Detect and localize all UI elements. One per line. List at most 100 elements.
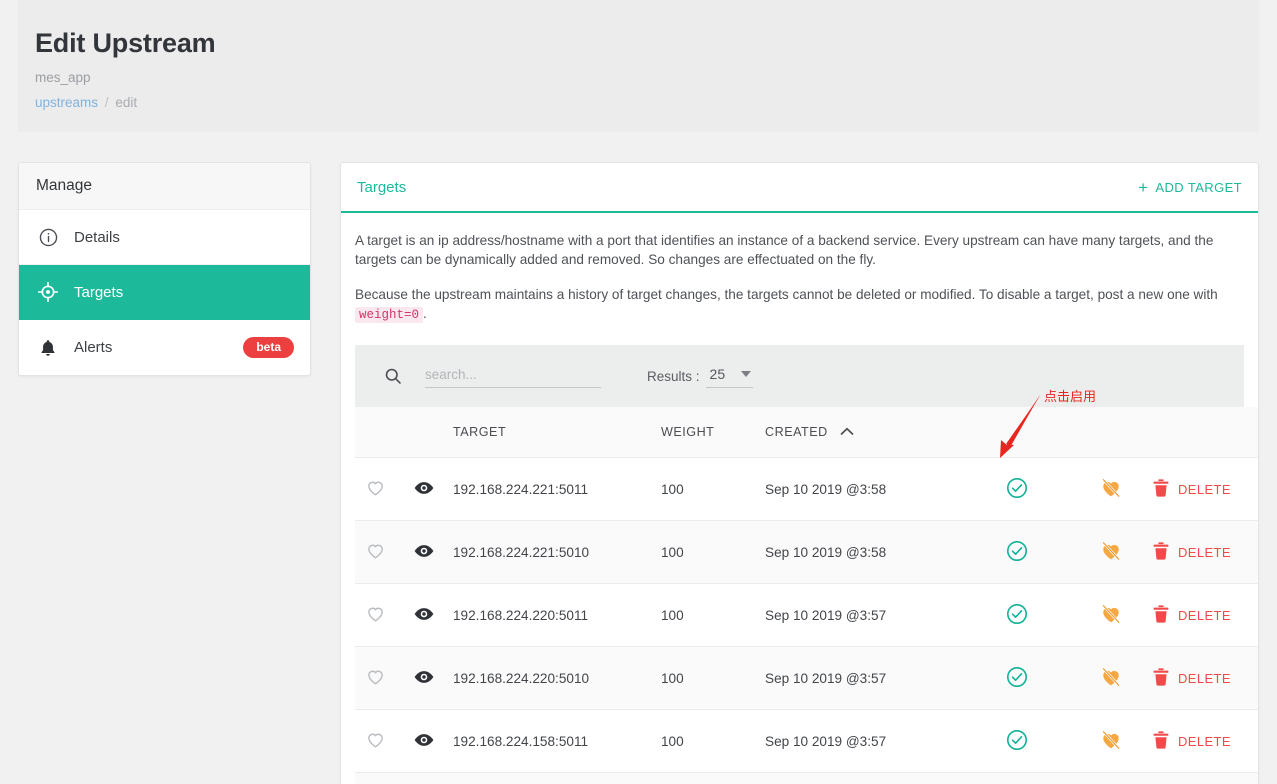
sidebar-item-details[interactable]: Details <box>19 210 310 265</box>
heart-slash-icon[interactable] <box>1099 602 1123 626</box>
sidebar-item-label: Alerts <box>74 339 113 356</box>
info-circle-icon <box>36 225 60 249</box>
row-mute-cell <box>1069 646 1153 710</box>
row-created-value: Sep 10 2019 @3:57 <box>765 709 965 773</box>
targets-panel: Targets + ADD TARGET A target is an ip a… <box>340 162 1259 784</box>
row-view-cell <box>413 520 453 584</box>
table-head: TARGET WEIGHT CREATED <box>355 407 1258 458</box>
table-toolbar: Results : 25 <box>355 345 1244 407</box>
eye-icon[interactable] <box>413 729 435 751</box>
row-weight-value: 100 <box>661 709 765 773</box>
row-favorite-cell <box>355 646 413 710</box>
row-view-cell <box>413 709 453 773</box>
trash-icon <box>1153 667 1169 689</box>
column-header-favorite <box>355 407 413 458</box>
heart-icon[interactable] <box>365 603 386 624</box>
eye-icon[interactable] <box>413 540 435 562</box>
heart-icon[interactable] <box>365 729 386 750</box>
row-health-cell <box>965 646 1069 710</box>
breadcrumb-link-upstreams[interactable]: upstreams <box>35 95 98 110</box>
row-delete-cell: DELETE <box>1153 646 1258 710</box>
results-value: 25 <box>709 366 726 382</box>
column-header-created[interactable]: CREATED <box>765 407 965 458</box>
description-paragraph-2: Because the upstream maintains a history… <box>355 285 1233 325</box>
column-header-target[interactable]: TARGET <box>453 407 661 458</box>
row-mute-cell <box>1069 457 1153 521</box>
breadcrumb: upstreams / edit <box>35 95 1259 111</box>
heart-icon[interactable] <box>365 477 386 498</box>
column-header-weight[interactable]: WEIGHT <box>661 407 765 458</box>
row-health-cell <box>965 520 1069 584</box>
row-view-cell <box>413 457 453 521</box>
column-header-health <box>965 407 1069 458</box>
add-target-button[interactable]: + ADD TARGET <box>1138 177 1242 197</box>
row-favorite-cell <box>355 520 413 584</box>
search-input[interactable] <box>425 364 601 388</box>
delete-button[interactable]: DELETE <box>1153 667 1231 689</box>
row-weight-value: 100 <box>661 772 765 784</box>
column-header-mute <box>1069 407 1153 458</box>
results-per-page-select[interactable]: 25 <box>705 364 754 388</box>
column-header-delete <box>1153 407 1258 458</box>
row-health-cell <box>965 709 1069 773</box>
check-circle-icon[interactable] <box>1005 665 1029 689</box>
sidebar-item-alerts[interactable]: Alerts beta <box>19 320 310 375</box>
heart-slash-icon[interactable] <box>1099 476 1123 500</box>
check-circle-icon[interactable] <box>1005 476 1029 500</box>
table-row: 192.168.224.158:5011 100 Sep 10 2019 @3:57… <box>355 709 1258 773</box>
heart-slash-icon[interactable] <box>1099 665 1123 689</box>
tab-targets[interactable]: Targets <box>357 179 406 196</box>
search-group <box>383 364 601 388</box>
check-circle-icon[interactable] <box>1005 728 1029 752</box>
table-row: 192.168.224.221:5011 100 Sep 10 2019 @3:58… <box>355 457 1258 521</box>
plus-icon: + <box>1138 177 1149 197</box>
row-health-cell <box>965 457 1069 521</box>
row-health-cell <box>965 583 1069 647</box>
trash-icon <box>1153 478 1169 500</box>
results-label: Results : <box>647 368 700 384</box>
app-page: Edit Upstream mes_app upstreams / edit M… <box>0 0 1277 784</box>
row-delete-cell: DELETE <box>1153 457 1258 521</box>
sidebar-item-label: Targets <box>74 283 124 301</box>
row-target-value: 192.168.224.158:5010 <box>453 772 661 784</box>
row-favorite-cell <box>355 772 413 784</box>
eye-icon[interactable] <box>413 477 435 499</box>
description-text-before: Because the upstream maintains a history… <box>355 287 1218 302</box>
trash-icon <box>1153 730 1169 752</box>
row-mute-cell <box>1069 520 1153 584</box>
heart-slash-icon[interactable] <box>1099 728 1123 752</box>
description-paragraph-1: A target is an ip address/hostname with … <box>355 233 1214 267</box>
chevron-down-icon <box>741 371 752 377</box>
table-header-row: TARGET WEIGHT CREATED <box>355 407 1258 458</box>
trash-icon <box>1153 604 1169 626</box>
delete-button[interactable]: DELETE <box>1153 541 1231 563</box>
check-circle-icon[interactable] <box>1005 602 1029 626</box>
table-body: 192.168.224.221:5011 100 Sep 10 2019 @3:58… <box>355 457 1258 784</box>
delete-button[interactable]: DELETE <box>1153 604 1231 626</box>
check-circle-icon[interactable] <box>1005 539 1029 563</box>
heart-slash-icon[interactable] <box>1099 539 1123 563</box>
delete-label: DELETE <box>1178 733 1231 749</box>
description-text-after: . <box>423 306 427 321</box>
table-row: 192.168.224.221:5010 100 Sep 10 2019 @3:58… <box>355 520 1258 584</box>
delete-button[interactable]: DELETE <box>1153 478 1231 500</box>
row-health-cell <box>965 772 1069 784</box>
sort-ascending-icon <box>840 425 854 439</box>
row-delete-cell: DELETE <box>1153 772 1258 784</box>
row-delete-cell: DELETE <box>1153 583 1258 647</box>
delete-button[interactable]: DELETE <box>1153 730 1231 752</box>
eye-icon[interactable] <box>413 666 435 688</box>
row-target-value: 192.168.224.221:5010 <box>453 520 661 584</box>
row-target-value: 192.168.224.221:5011 <box>453 457 661 521</box>
table-container: Results : 25 TARGET WEIGHT CREAT <box>341 345 1258 784</box>
row-delete-cell: DELETE <box>1153 520 1258 584</box>
row-view-cell <box>413 583 453 647</box>
row-created-value: Sep 10 2019 @3:58 <box>765 457 965 521</box>
eye-icon[interactable] <box>413 603 435 625</box>
heart-icon[interactable] <box>365 666 386 687</box>
sidebar-item-targets[interactable]: Targets <box>19 265 310 320</box>
row-created-value: Sep 10 2019 @3:57 <box>765 583 965 647</box>
sidebar: Manage Details Targets Alerts beta <box>18 162 311 376</box>
column-header-view <box>413 407 453 458</box>
heart-icon[interactable] <box>365 540 386 561</box>
